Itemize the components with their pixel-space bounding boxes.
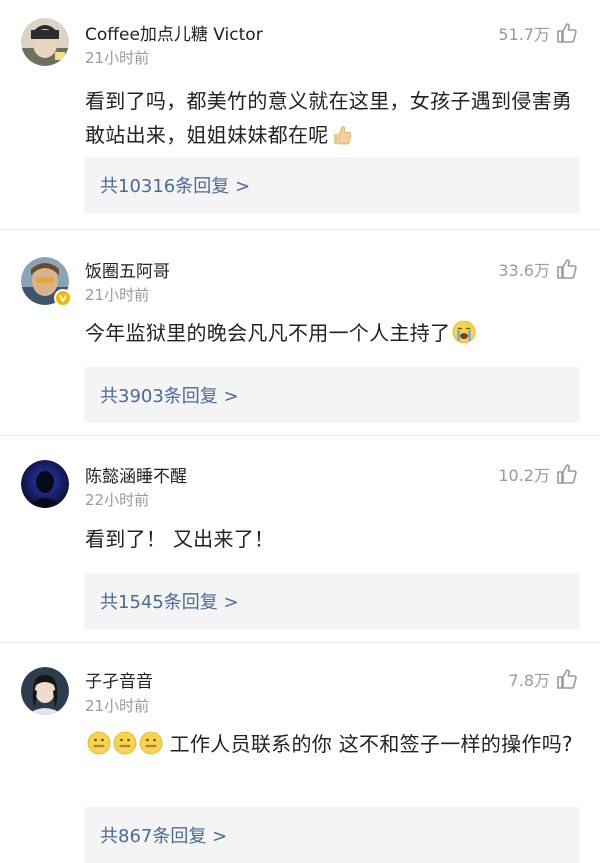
reply-count-label: 共1545条回复 > — [100, 592, 239, 613]
view-replies-button[interactable]: 共10316条回复 > — [84, 157, 580, 213]
like-count: 33.6万 — [498, 261, 550, 280]
thumbs-up-icon — [557, 464, 577, 484]
thumbs-up-icon — [557, 669, 577, 689]
comment-body: 看到了吗，都美竹的意义就在这里，女孩子遇到侵害勇敢站出来，姐姐妹妹都在呢 — [85, 89, 573, 147]
like-count: 10.2万 — [498, 466, 550, 485]
reply-count-label: 共10316条回复 > — [100, 176, 251, 197]
zipper-mouth-emoji-icon — [139, 731, 163, 755]
username[interactable]: 陈懿涵睡不醒 — [85, 462, 187, 487]
reply-count-label: 共867条回复 > — [100, 826, 228, 847]
comment-time: 22小时前 — [85, 491, 150, 509]
comment-text: 看到了吗，都美竹的意义就在这里，女孩子遇到侵害勇敢站出来，姐姐妹妹都在呢 — [85, 84, 578, 152]
like-count: 7.8万 — [508, 671, 550, 690]
username[interactable]: Coffee加点儿糖 Victor — [85, 20, 263, 45]
avatar[interactable] — [21, 667, 69, 715]
view-replies-button[interactable]: 共1545条回复 > — [84, 573, 580, 629]
comment-text: 今年监狱里的晚会凡凡不用一个人主持了 — [85, 316, 578, 350]
comment-text: 看到了！ 又出来了！ — [85, 522, 578, 556]
like-button[interactable]: 33.6万 — [498, 257, 578, 281]
avatar[interactable] — [21, 460, 69, 508]
avatar[interactable] — [21, 257, 72, 307]
zipper-mouth-emoji-icon — [87, 731, 111, 755]
zipper-mouth-emoji-group — [85, 731, 170, 756]
comment-text: 工作人员联系的你 这不和签子一样的操作吗? — [85, 727, 578, 761]
like-count: 51.7万 — [498, 25, 550, 44]
username[interactable]: 子孑音音 — [85, 667, 153, 692]
zipper-mouth-emoji-icon — [113, 731, 137, 755]
like-button[interactable]: 10.2万 — [498, 462, 578, 486]
thumbs-up-icon — [557, 23, 577, 43]
username[interactable]: 饭圈五阿哥 — [85, 257, 170, 282]
verified-badge-icon — [54, 289, 72, 307]
view-replies-button[interactable]: 共867条回复 > — [84, 807, 580, 863]
comment-time: 21小时前 — [85, 286, 150, 304]
comment-item: 子孑音音 21小时前 7.8万 工作人员联系的你 这不和签子一样的操作吗? 共8… — [0, 643, 600, 863]
comment-item: Coffee加点儿糖 Victor 21小时前 51.7万 看到了吗，都美竹的意… — [0, 0, 600, 228]
comment-list: Coffee加点儿糖 Victor 21小时前 51.7万 看到了吗，都美竹的意… — [0, 0, 600, 863]
like-button[interactable]: 51.7万 — [498, 21, 578, 45]
like-button[interactable]: 7.8万 — [509, 667, 578, 691]
reply-count-label: 共3903条回复 > — [100, 386, 239, 407]
comment-time: 21小时前 — [85, 49, 150, 67]
comment-item: 陈懿涵睡不醒 22小时前 10.2万 看到了！ 又出来了！ 共1545条回复 > — [0, 436, 600, 642]
comment-body: 今年监狱里的晚会凡凡不用一个人主持了 — [85, 321, 451, 345]
view-replies-button[interactable]: 共3903条回复 > — [84, 367, 580, 423]
thumbs-up-emoji-icon — [333, 126, 351, 145]
thumbs-up-icon — [557, 259, 577, 279]
comment-time: 21小时前 — [85, 697, 150, 715]
crying-face-emoji-icon — [453, 320, 476, 344]
comment-body: 工作人员联系的你 这不和签子一样的操作吗? — [169, 732, 573, 756]
comment-item: 饭圈五阿哥 21小时前 33.6万 今年监狱里的晚会凡凡不用一个人主持了 共39… — [0, 230, 600, 435]
comment-body: 看到了！ 又出来了！ — [85, 527, 275, 551]
avatar[interactable] — [21, 18, 69, 66]
